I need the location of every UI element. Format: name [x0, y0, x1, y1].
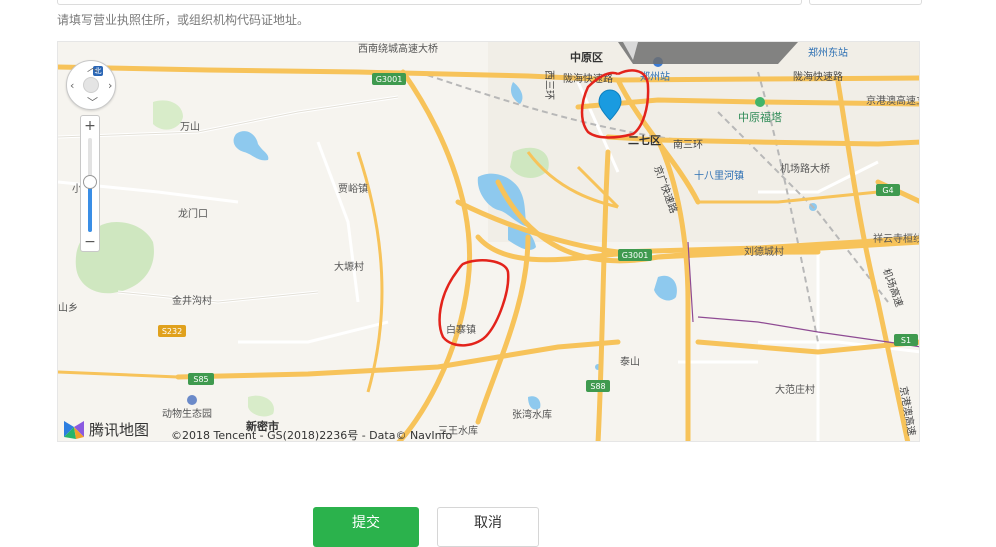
pan-center-button[interactable] — [83, 77, 99, 93]
pan-down-icon[interactable]: ﹀ — [87, 97, 98, 108]
locate-button[interactable] — [809, 0, 922, 5]
address-hint: 请填写营业执照住所，或组织机构代码证地址。 — [57, 13, 310, 27]
zoom-control[interactable]: + − — [80, 115, 100, 252]
zoom-in-button[interactable]: + — [81, 117, 99, 135]
label-shibalihe: 十八里河镇 — [694, 169, 744, 182]
highway-shield-g3001: G3001 — [618, 249, 652, 261]
label-dahui-cun: 大塬村 — [334, 260, 364, 273]
svg-text:G3001: G3001 — [622, 251, 649, 260]
cancel-button[interactable]: 取消 — [437, 507, 539, 547]
label-xiangyun-si: 祥云寺桓线 — [873, 232, 920, 245]
label-dafanzhuang-cun: 大范庄村 — [775, 383, 815, 396]
zoo-poi-icon — [187, 395, 197, 405]
highway-shield-s85: S85 — [188, 373, 214, 385]
label-jinggangao-lijiaoqiao: 京港澳高速立交桥 — [866, 94, 920, 107]
map-view[interactable]: G3001 G3001 G4 S232 S85 S88 S1 中原区 郑州东站 — [57, 41, 920, 442]
label-jiayu-zhen: 贾峪镇 — [338, 182, 368, 195]
map-provider-logo: 腾讯地图 — [62, 416, 150, 441]
svg-text:G3001: G3001 — [376, 75, 403, 84]
map-canvas[interactable]: G3001 G3001 G4 S232 S85 S88 S1 中原区 郑州东站 — [58, 42, 920, 442]
label-zhongyuan-futa: 中原福塔 — [738, 110, 782, 124]
highway-shield-s232: S232 — [158, 325, 186, 337]
label-zhongyuan-qu: 中原区 — [570, 50, 603, 64]
landmark-icon — [755, 97, 765, 107]
label-xisanhuan: 西三环 — [543, 70, 554, 100]
label-shan-xiang: 山乡 — [58, 302, 78, 314]
label-nansanhuan: 南三环 — [673, 138, 703, 151]
map-provider-name: 腾讯地图 — [89, 420, 150, 439]
svg-text:S232: S232 — [162, 327, 182, 336]
svg-text:S88: S88 — [590, 382, 605, 391]
label-zhangwan-shuiku: 张湾水库 — [512, 408, 552, 421]
zoom-slider-handle[interactable] — [83, 175, 97, 189]
label-liudecheng-cun: 刘德城村 — [744, 245, 784, 258]
svg-text:S1: S1 — [901, 336, 911, 345]
pan-left-icon[interactable]: ‹ — [70, 80, 74, 91]
label-jinjinggou-cun: 金井沟村 — [172, 294, 212, 307]
label-xinan-raocheng: 西南绕城高速大桥 — [358, 42, 438, 55]
highway-shield-s1: S1 — [894, 334, 918, 346]
svg-text:S85: S85 — [193, 375, 208, 384]
highway-shield-g4: G4 — [876, 184, 900, 196]
submit-button[interactable]: 提交 — [313, 507, 419, 547]
highway-shield-g3001: G3001 — [372, 73, 406, 85]
address-input[interactable] — [57, 0, 802, 5]
pan-control[interactable]: 北 ︿ ‹ › ﹀ — [66, 60, 116, 110]
label-zhengzhou-dongzhan: 郑州东站 — [808, 46, 848, 59]
label-longhai-kuaisu-east: 陇海快速路 — [793, 70, 843, 83]
label-fangshan: 万山 — [180, 121, 200, 133]
svg-text:G4: G4 — [882, 186, 893, 195]
pan-right-icon[interactable]: › — [108, 80, 112, 91]
label-baizhai-zhen: 白寨镇 — [446, 323, 476, 336]
label-longmenkou: 龙门口 — [178, 207, 208, 220]
label-dongwu-shengtaiyuan: 动物生态园 — [162, 407, 212, 420]
map-copyright: ©2018 Tencent - GS(2018)2236号 - Data© Na… — [171, 429, 453, 442]
label-taishan: 泰山 — [620, 355, 640, 368]
pan-up-icon[interactable]: ︿ — [87, 62, 98, 73]
building-overlay — [618, 42, 798, 64]
zoom-out-button[interactable]: − — [81, 233, 99, 251]
label-jichang-dajie: 机场路大桥 — [780, 162, 830, 175]
highway-shield-s88: S88 — [586, 380, 610, 392]
tencent-map-logo-icon — [64, 421, 84, 439]
